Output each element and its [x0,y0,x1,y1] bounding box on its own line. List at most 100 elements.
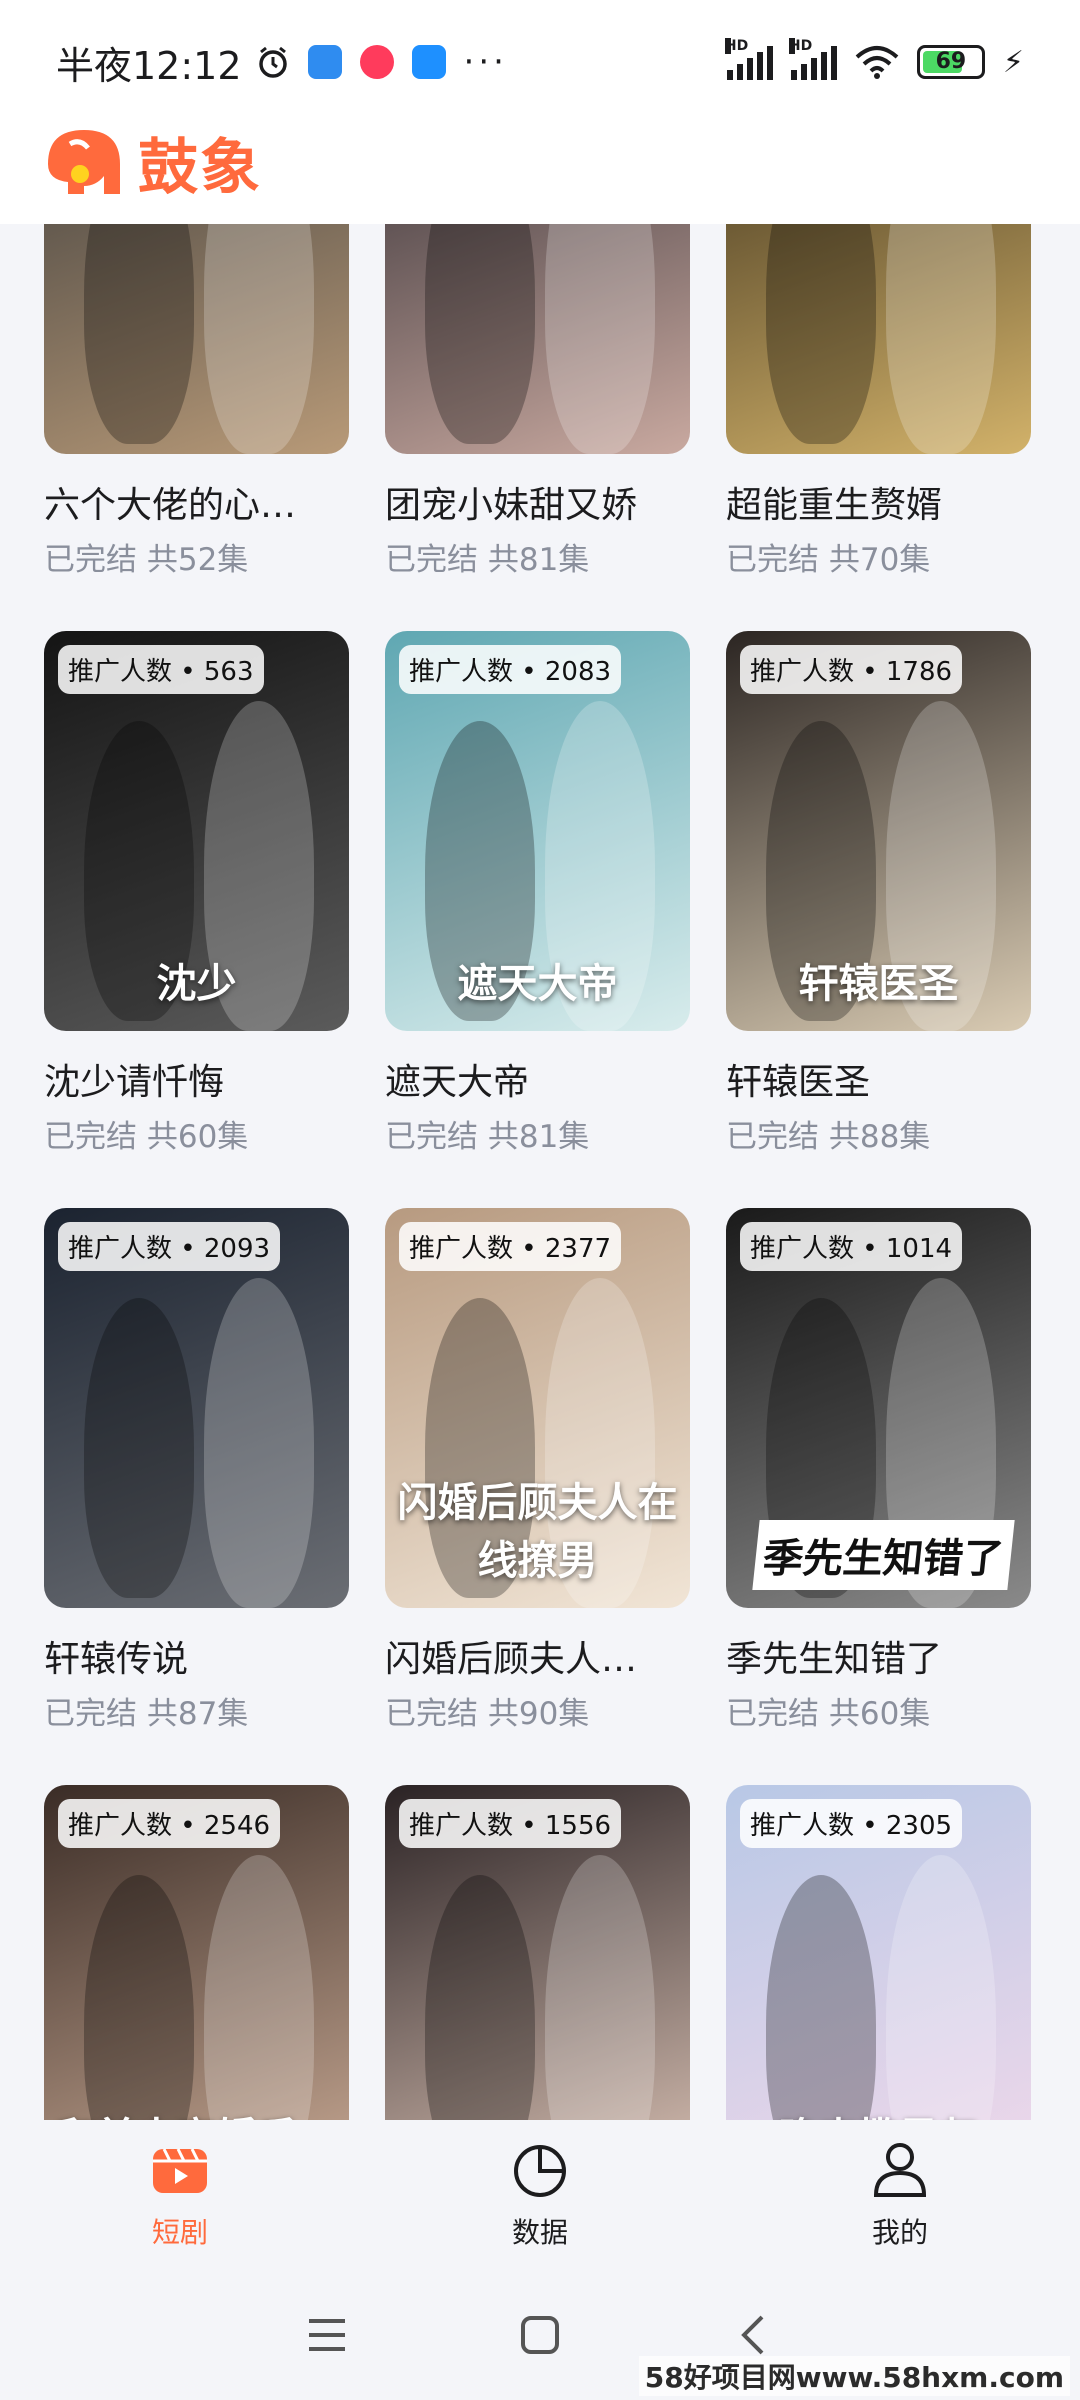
nav-label: 数据 [511,2216,568,2249]
hd-label: HD [724,38,749,54]
poster-figure [766,1875,876,2120]
drama-list[interactable]: 六个大佬的心… 已完结 共52集 团宠小妹甜又娇 已完结 共81集 超能重生赘婿 已完结 … [0,224,1080,2120]
watermark: 58好项目网www.58hxm.com [638,2356,1070,2396]
person-icon [873,2143,927,2197]
drama-episode-status: 已完结 共60集 [44,1119,249,1155]
drama-episode-status: 已完结 共52集 [44,542,249,578]
drama-poster[interactable]: 推广人数 • 2546 和前夫离婚后， [44,1785,349,2120]
promo-count-badge: 推广人数 • 1014 [740,1222,963,1271]
drama-episode-status: 已完结 共87集 [44,1696,249,1732]
poster-figure [545,224,655,454]
drama-title[interactable]: 遮天大帝 [385,1053,690,1105]
signal-icon: HD [724,38,773,80]
hd-label: HD [788,38,813,54]
poster-caption: 沈少 [156,960,237,1007]
drama-poster[interactable]: 推广人数 • 2305 晚来揽星归 [726,1785,1031,2120]
drama-poster[interactable]: 推广人数 • 1556 [385,1785,690,2120]
drama-card[interactable]: 推广人数 • 563 沈少沈少请忏悔已完结 共60集 [44,631,349,1208]
drama-poster[interactable] [44,224,349,454]
poster-figure [84,1875,194,2120]
drama-card[interactable]: 推广人数 • 2083 遮天大帝 遮天大帝 已完结 共81集 [385,631,690,1208]
elephant-logo-icon [48,130,120,194]
menu-button[interactable] [297,2305,357,2365]
drama-title[interactable]: 超能重生赘婿 [726,476,1031,528]
poster-caption: 季先生知错了 [752,1520,1015,1590]
poster-figure [84,224,194,444]
drama-poster[interactable]: 推广人数 • 563 沈少 [44,631,349,1031]
drama-poster[interactable]: 推广人数 • 2377 闪婚后顾夫人在线撩男 [385,1208,690,1608]
pie-chart-icon [514,2145,566,2197]
drama-episode-status: 已完结 共81集 [385,1119,590,1155]
drama-card[interactable]: 超能重生赘婿已完结 共70集 [726,224,1031,631]
poster-caption: 遮天大帝 [457,960,618,1007]
poster-figure [766,224,876,444]
app-notification-icon [307,45,342,79]
drama-card[interactable]: 团宠小妹甜又娇已完结 共81集 [385,224,690,631]
promo-count-badge: 推广人数 • 563 [58,645,264,694]
poster-figure [84,1298,194,1598]
nav-item-data[interactable]: 数据 [440,2139,640,2251]
drama-title[interactable]: 轩辕传说 [44,1630,349,1682]
nav-item-mine[interactable]: 我的 [800,2139,1000,2251]
poster-figure [886,224,996,454]
drama-card[interactable]: 推广人数 • 1556相错亲嫁对人已完结 共89集 [385,1785,690,2120]
drama-episode-status: 已完结 共70集 [726,542,931,578]
poster-caption: 晚来揽星归 [726,2105,1031,2120]
drama-poster[interactable] [726,224,1031,454]
promo-count-badge: 推广人数 • 2093 [58,1222,281,1271]
wifi-icon [855,46,899,79]
poster-caption: 闪婚后顾夫人在线撩男 [397,1479,678,1584]
poster-caption: 和前夫离婚后， [44,2105,349,2120]
drama-card[interactable]: 六个大佬的心… 已完结 共52集 [44,224,349,631]
promo-count-badge: 推广人数 • 1786 [740,645,963,694]
poster-figure [545,1855,655,2120]
status-time: 半夜12:12 [56,43,242,88]
status-notification-icons: ··· [256,42,508,82]
app-header: 鼓象 [0,100,1080,224]
poster-figure [425,1875,535,2120]
poster-caption: 轩辕医圣 [798,960,959,1007]
promo-count-badge: 推广人数 • 2305 [740,1799,963,1848]
drama-poster[interactable]: 推广人数 • 2083 遮天大帝 [385,631,690,1031]
promo-count-badge: 推广人数 • 2377 [399,1222,622,1271]
drama-poster[interactable]: 推广人数 • 1786 轩辕医圣 [726,631,1031,1031]
drama-episode-status: 已完结 共90集 [385,1696,590,1732]
poster-figure [204,1278,314,1608]
signal-icon-2: HD [788,38,837,80]
drama-poster[interactable]: 推广人数 • 1014 季先生知错了 [726,1208,1031,1608]
drama-title[interactable]: 沈少请忏悔 [44,1053,349,1105]
drama-card[interactable]: 推广人数 • 2093 轩辕传说已完结 共87集 [44,1208,349,1785]
poster-figure [425,224,535,444]
more-notifications-icon: ··· [463,42,508,82]
promo-count-badge: 推广人数 • 2546 [58,1799,281,1848]
back-icon [741,2315,764,2355]
drama-episode-status: 已完结 共60集 [726,1696,931,1732]
home-icon [520,2316,559,2354]
battery-level: 69 [935,49,967,74]
nav-item-short-drama[interactable]: 短剧 [80,2139,280,2251]
battery-icon: 69 [916,45,985,79]
drama-card[interactable]: 推广人数 • 2377 闪婚后顾夫人在线撩男闪婚后顾夫人… 已完结 共90集 [385,1208,690,1785]
drama-title[interactable]: 轩辕医圣 [726,1053,1031,1105]
drama-poster[interactable] [385,224,690,454]
drama-episode-status: 已完结 共88集 [726,1119,931,1155]
alarm-icon [258,46,287,78]
nav-label: 短剧 [151,2216,208,2249]
app-name: 鼓象 [138,132,262,203]
drama-card[interactable]: 推广人数 • 1014 季先生知错了 季先生知错了 已完结 共60集 [726,1208,1031,1785]
cloud-app-icon [411,45,446,79]
drama-title[interactable]: 季先生知错了 [726,1630,1031,1682]
home-button[interactable] [510,2305,570,2365]
drama-poster[interactable]: 推广人数 • 2093 [44,1208,349,1608]
drama-card[interactable]: 推广人数 • 2546和前夫离婚后，和前夫离婚后…已完结 共18集 [44,1785,349,2120]
drama-title[interactable]: 团宠小妹甜又娇 [385,476,690,528]
promo-count-badge: 推广人数 • 1556 [399,1799,622,1848]
nav-label: 我的 [871,2216,928,2249]
bottom-nav: 短剧 数据 我的 [0,2120,1080,2270]
drama-title[interactable]: 六个大佬的心… [44,476,349,528]
drama-episode-status: 已完结 共81集 [385,542,590,578]
drama-card[interactable]: 推广人数 • 1786 轩辕医圣 轩辕医圣 已完结 共88集 [726,631,1031,1208]
drama-card[interactable]: 推广人数 • 2305晚来揽星归晚来揽星归已完结 共51集 [726,1785,1031,2120]
charging-icon: ⚡ [1002,44,1024,80]
drama-title[interactable]: 闪婚后顾夫人… [385,1630,690,1682]
